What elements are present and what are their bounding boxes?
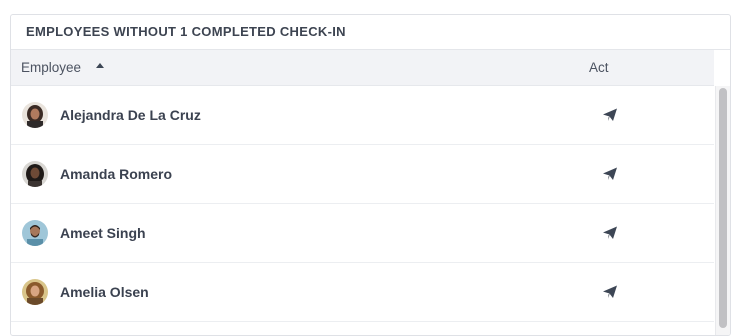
widget-title: EMPLOYEES WITHOUT 1 COMPLETED CHECK-IN bbox=[11, 15, 730, 50]
employee-name[interactable]: Amanda Romero bbox=[60, 145, 172, 203]
table-row: Amanda Romero bbox=[11, 145, 714, 204]
employee-name[interactable]: Alejandra De La Cruz bbox=[60, 86, 201, 144]
check-in-widget: EMPLOYEES WITHOUT 1 COMPLETED CHECK-IN E… bbox=[10, 14, 731, 336]
avatar bbox=[22, 279, 48, 305]
table-header: Employee Act bbox=[11, 50, 714, 86]
table-row: Ameet Singh bbox=[11, 204, 714, 263]
send-icon[interactable] bbox=[602, 285, 618, 299]
sort-ascending-icon[interactable] bbox=[95, 61, 105, 71]
send-icon[interactable] bbox=[602, 167, 618, 181]
employee-name[interactable]: Amelia Olsen bbox=[60, 263, 149, 321]
column-header-employee[interactable]: Employee bbox=[21, 50, 81, 85]
table-row: Alejandra De La Cruz bbox=[11, 86, 714, 145]
avatar bbox=[22, 161, 48, 187]
vertical-scrollbar[interactable] bbox=[715, 86, 730, 335]
avatar bbox=[22, 220, 48, 246]
send-icon[interactable] bbox=[602, 226, 618, 240]
column-header-act: Act bbox=[589, 60, 609, 75]
scrollbar-thumb[interactable] bbox=[719, 88, 727, 328]
employee-table-body: Alejandra De La Cruz Amanda Romero Ameet… bbox=[11, 86, 714, 335]
avatar bbox=[22, 102, 48, 128]
table-row: Amelia Olsen bbox=[11, 263, 714, 322]
send-icon[interactable] bbox=[602, 108, 618, 122]
employee-name[interactable]: Ameet Singh bbox=[60, 204, 146, 262]
column-header-employee-label: Employee bbox=[21, 60, 82, 75]
